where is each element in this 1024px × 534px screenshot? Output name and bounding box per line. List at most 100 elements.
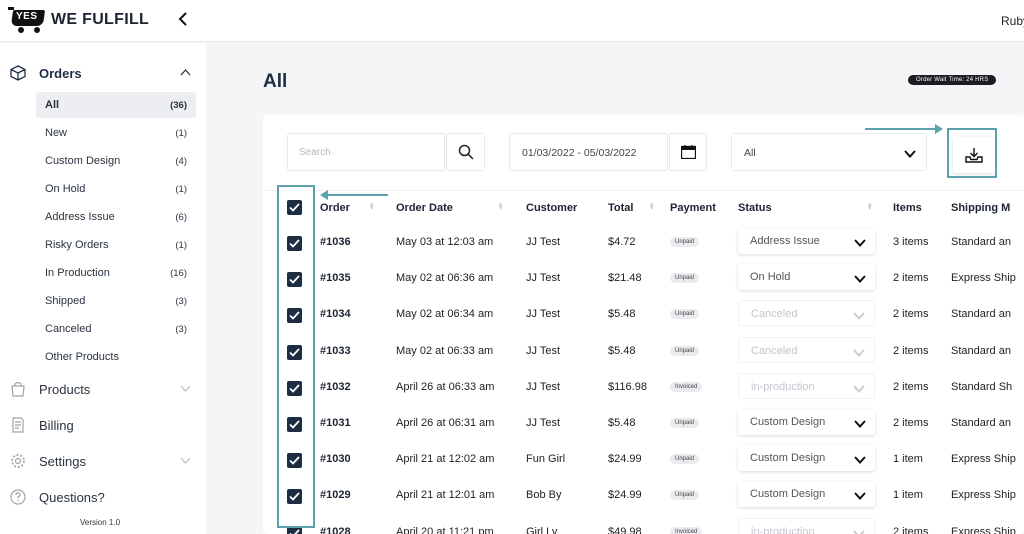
table-row[interactable]: #1036 May 03 at 12:03 am JJ Test $4.72 Unpai… — [263, 225, 1024, 261]
column-header-total[interactable]: Total — [608, 202, 633, 214]
sidebar-item-questions[interactable]: Questions? — [0, 482, 206, 512]
sort-icon[interactable]: ▴ ▾ — [650, 201, 654, 212]
order-number-link[interactable]: #1030 — [320, 453, 351, 465]
date-range-value: 01/03/2022 - 05/03/2022 — [522, 147, 637, 159]
order-number-link[interactable]: #1036 — [320, 236, 351, 248]
sidebar-subitem-all[interactable]: All (36) — [36, 92, 196, 118]
order-number-link[interactable]: #1028 — [320, 526, 351, 534]
payment-status-badge: Invoiced — [670, 381, 703, 392]
order-total: $5.48 — [608, 417, 636, 429]
sidebar: Orders All (36) New (1) Custom Design (4… — [0, 43, 206, 534]
sidebar-item-products[interactable]: Products — [0, 374, 206, 404]
column-header-payment[interactable]: Payment — [670, 202, 716, 214]
payment-status-badge: Unpaid — [670, 454, 700, 465]
search-input[interactable]: Search — [287, 133, 445, 171]
status-select: in-production — [738, 517, 875, 534]
sidebar-subitem-in-production[interactable]: In Production (16) — [36, 260, 196, 286]
chevron-down-icon — [854, 487, 866, 505]
arrowhead-right — [935, 124, 943, 134]
chevron-down-icon — [180, 456, 191, 467]
sidebar-item-orders[interactable]: Orders — [0, 58, 206, 88]
order-number-link[interactable]: #1033 — [320, 345, 351, 357]
collapse-sidebar-chevron-left-icon[interactable] — [178, 10, 188, 31]
order-number-link[interactable]: #1031 — [320, 417, 351, 429]
shipping-method: Standard an — [951, 308, 1011, 321]
status-select: Canceled — [738, 336, 875, 363]
column-header-customer[interactable]: Customer — [526, 202, 577, 214]
table-row[interactable]: #1035 May 02 at 06:36 am JJ Test $21.48 Unpa… — [263, 261, 1024, 297]
checkmark-icon — [289, 528, 300, 534]
search-button[interactable] — [446, 133, 485, 171]
table-row[interactable]: #1030 April 21 at 12:02 am Fun Girl $24.99 U… — [263, 442, 1024, 478]
customer-name: Fun Girl — [526, 453, 566, 466]
order-date: May 03 at 12:03 am — [396, 236, 494, 248]
brand-name: WE FULFILL — [51, 11, 150, 28]
status-select[interactable]: Custom Design — [738, 481, 875, 508]
table-row[interactable]: #1029 April 21 at 12:01 am Bob By $24.99 Unp… — [263, 478, 1024, 514]
logo-badge-text: YES — [16, 11, 38, 22]
order-number-link[interactable]: #1029 — [320, 489, 351, 501]
table-row[interactable]: #1031 April 26 at 06:31 am JJ Test $5.48 Unp… — [263, 406, 1024, 442]
sidebar-subitem-new[interactable]: New (1) — [36, 120, 196, 146]
sidebar-item-settings[interactable]: Settings — [0, 446, 206, 476]
column-header-shipping[interactable]: Shipping M — [951, 202, 1010, 214]
checkbox-column-highlight-box — [277, 185, 315, 528]
column-header-items[interactable]: Items — [893, 202, 922, 214]
status-select[interactable]: Address Issue — [738, 228, 875, 254]
chevron-down-icon — [854, 415, 866, 433]
sidebar-item-billing[interactable]: Billing — [0, 410, 206, 440]
customer-name: Girl Ly — [526, 525, 558, 534]
table-row[interactable]: #1033 May 02 at 06:33 am JJ Test $5.48 Unpai… — [263, 334, 1024, 370]
column-header-order-date[interactable]: Order Date — [396, 202, 453, 214]
column-header-order[interactable]: Order — [320, 202, 350, 214]
status-filter-select[interactable]: All — [731, 133, 927, 171]
status-value: Canceled — [751, 344, 798, 357]
sidebar-subitem-risky-orders[interactable]: Risky Orders (1) — [36, 232, 196, 258]
order-total: $21.48 — [608, 272, 642, 285]
orders-card: Search 01/03/2022 - 05/03/2022 All Order… — [263, 115, 1024, 534]
sidebar-subitem-shipped[interactable]: Shipped (3) — [36, 288, 196, 314]
shopping-bag-icon — [10, 381, 26, 397]
status-value: in-production — [751, 380, 815, 393]
user-name[interactable]: Ruby — [1001, 14, 1024, 28]
sidebar-subitem-custom-design[interactable]: Custom Design (4) — [36, 148, 196, 174]
sidebar-subitem-label: All — [45, 99, 60, 111]
customer-name: JJ Test — [526, 380, 561, 393]
order-number-link[interactable]: #1032 — [320, 381, 351, 393]
sort-icon[interactable]: ▴ ▾ — [370, 201, 374, 212]
table-row[interactable]: #1032 April 26 at 06:33 am JJ Test $116.98 I… — [263, 370, 1024, 406]
payment-status-badge: Unpaid — [670, 237, 700, 247]
customer-name: JJ Test — [526, 417, 561, 429]
status-value: Custom Design — [750, 488, 826, 501]
payment-status-badge: Unpaid — [670, 418, 700, 428]
order-total: $49.98 — [608, 525, 642, 534]
sort-icon[interactable]: ▴ ▾ — [868, 201, 872, 212]
date-range-input[interactable]: 01/03/2022 - 05/03/2022 — [509, 133, 668, 171]
table-row[interactable]: #1028 April 20 at 11:21 pm Girl Ly $49.98 In… — [263, 515, 1024, 534]
shipping-method: Express Ship — [951, 525, 1016, 534]
sidebar-subitem-label: Shipped — [45, 295, 86, 307]
sort-icon[interactable]: ▴ ▾ — [499, 201, 503, 212]
sidebar-subitem-label: Custom Design — [45, 155, 121, 167]
table-row[interactable]: #1034 May 02 at 06:34 am JJ Test $5.48 Unpai… — [263, 297, 1024, 333]
item-count: 2 items — [893, 272, 929, 285]
brand-logo[interactable]: YES WE FULFILL — [8, 7, 149, 33]
sidebar-subitem-label: Other Products — [45, 351, 119, 363]
sidebar-subitem-other-products[interactable]: Other Products — [36, 344, 196, 370]
search-placeholder: Search — [299, 147, 331, 158]
status-select[interactable]: On Hold — [738, 264, 875, 291]
order-number-link[interactable]: #1034 — [320, 308, 351, 320]
sidebar-item-label: Questions? — [39, 489, 105, 505]
calendar-icon — [680, 145, 696, 159]
sidebar-subitem-canceled[interactable]: Canceled (3) — [36, 316, 196, 342]
customer-name: JJ Test — [526, 236, 561, 248]
status-select[interactable]: Custom Design — [738, 445, 875, 472]
calendar-button[interactable] — [669, 133, 707, 171]
status-select[interactable]: Custom Design — [738, 409, 875, 435]
order-number-link[interactable]: #1035 — [320, 272, 351, 284]
status-value: Canceled — [751, 308, 798, 321]
sidebar-subitem-address-issue[interactable]: Address Issue (6) — [36, 204, 196, 230]
column-header-status[interactable]: Status — [738, 202, 772, 214]
sidebar-subitem-on-hold[interactable]: On Hold (1) — [36, 176, 196, 202]
customer-name: JJ Test — [526, 308, 561, 321]
